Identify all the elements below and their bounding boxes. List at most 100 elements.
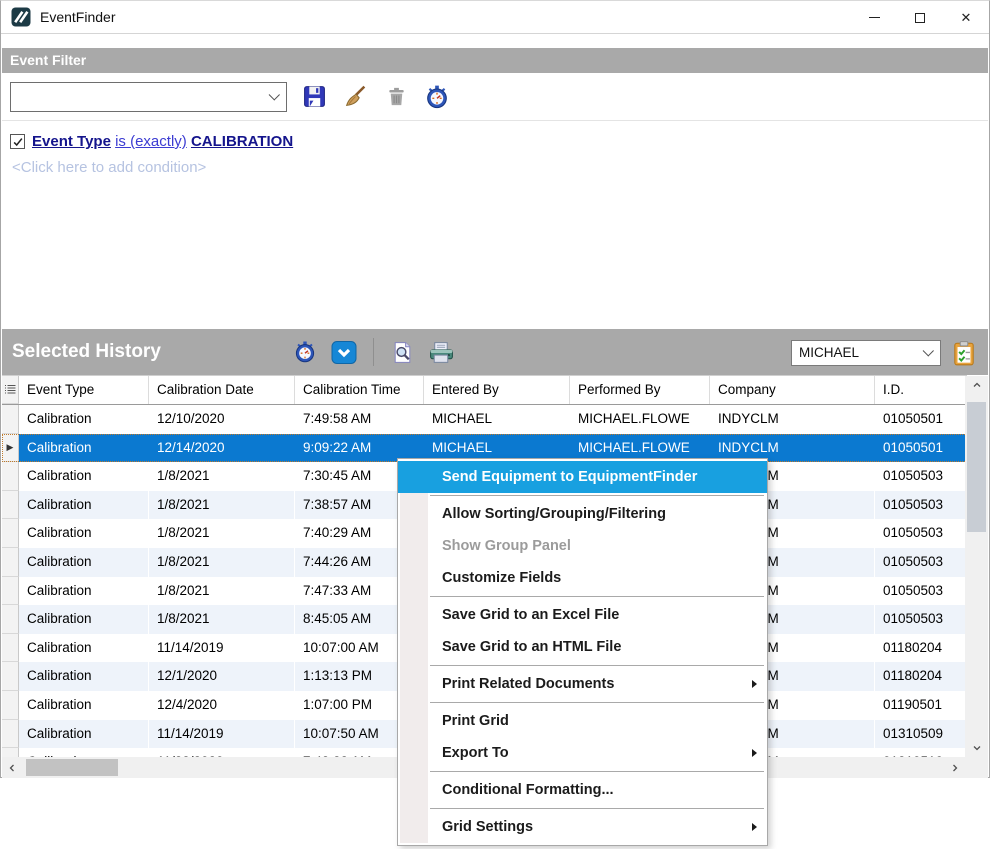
table-cell[interactable]: Calibration (19, 434, 149, 463)
table-cell[interactable]: 01190501 (875, 691, 967, 720)
table-cell[interactable]: Calibration (19, 462, 149, 491)
checkmark-icon (12, 136, 24, 148)
table-cell[interactable]: 01050503 (875, 462, 967, 491)
column-header[interactable]: Performed By (570, 376, 710, 404)
submenu-arrow-icon (752, 823, 757, 831)
table-cell[interactable]: Calibration (19, 605, 149, 634)
checklist-button[interactable] (950, 339, 978, 367)
table-cell[interactable]: 1/8/2021 (149, 491, 295, 520)
menu-item[interactable]: Export To (398, 737, 767, 769)
row-indicator (2, 577, 19, 606)
history-options-button[interactable] (330, 338, 358, 366)
menu-item[interactable]: Save Grid to an HTML File (398, 631, 767, 663)
scroll-down-arrow[interactable] (965, 739, 988, 757)
column-header[interactable]: Calibration Date (149, 376, 295, 404)
menu-item[interactable]: Send Equipment to EquipmentFinder (398, 461, 767, 493)
table-cell[interactable]: Calibration (19, 662, 149, 691)
table-cell[interactable]: Calibration (19, 519, 149, 548)
table-cell[interactable]: Calibration (19, 491, 149, 520)
grid-header-row: Event TypeCalibration DateCalibration Ti… (2, 376, 967, 405)
user-filter-combo[interactable]: MICHAEL (791, 340, 941, 366)
column-header[interactable]: Company (710, 376, 875, 404)
table-row[interactable]: Calibration12/10/20207:49:58 AMMICHAELMI… (2, 405, 967, 434)
table-cell[interactable]: 01050503 (875, 491, 967, 520)
table-cell[interactable]: 01180204 (875, 634, 967, 663)
table-cell[interactable]: Calibration (19, 691, 149, 720)
table-cell[interactable]: 01050503 (875, 548, 967, 577)
table-cell[interactable]: 01050503 (875, 577, 967, 606)
save-filter-button[interactable] (300, 83, 328, 111)
menu-item[interactable]: Grid Settings (398, 811, 767, 843)
trash-icon (385, 85, 408, 108)
table-cell[interactable]: 12/4/2020 (149, 691, 295, 720)
column-header[interactable]: I.D. (875, 376, 967, 404)
table-cell[interactable]: 12/1/2020 (149, 662, 295, 691)
column-header[interactable]: Calibration Time (295, 376, 424, 404)
table-cell[interactable]: 7:49:58 AM (295, 405, 424, 434)
delete-filter-button[interactable] (382, 83, 410, 111)
event-filter-toolbar (2, 73, 988, 121)
table-cell[interactable]: 01050503 (875, 519, 967, 548)
condition-checkbox[interactable] (10, 134, 25, 149)
table-cell[interactable]: 01050501 (875, 405, 967, 434)
table-cell[interactable]: Calibration (19, 405, 149, 434)
chevron-down-icon[interactable] (264, 93, 286, 101)
row-indicator-header (2, 376, 19, 404)
horizontal-scroll-thumb[interactable] (26, 759, 118, 776)
table-cell[interactable]: 01310510 (875, 748, 967, 757)
add-condition-link[interactable]: <Click here to add condition> (12, 159, 988, 176)
condition-value-link[interactable]: CALIBRATION (191, 133, 293, 150)
table-cell[interactable]: 01050501 (875, 434, 967, 463)
table-cell[interactable]: INDYCLM (710, 405, 875, 434)
history-timer-button[interactable] (291, 338, 319, 366)
table-cell[interactable]: 11/23/2020 (149, 748, 295, 757)
column-header[interactable]: Event Type (19, 376, 149, 404)
scroll-right-arrow[interactable] (945, 757, 965, 778)
table-cell[interactable]: 12/10/2020 (149, 405, 295, 434)
table-cell[interactable]: 1/8/2021 (149, 577, 295, 606)
menu-item[interactable]: Print Grid (398, 705, 767, 737)
title-bar: EventFinder ✕ (1, 1, 989, 34)
condition-operator-link[interactable]: is (exactly) (115, 133, 187, 150)
row-indicator (2, 662, 19, 691)
table-cell[interactable]: 12/14/2020 (149, 434, 295, 463)
close-button[interactable]: ✕ (943, 1, 989, 34)
table-cell[interactable]: 1/8/2021 (149, 605, 295, 634)
scroll-left-arrow[interactable] (2, 757, 22, 778)
maximize-button[interactable] (897, 1, 943, 34)
vertical-scrollbar[interactable] (965, 376, 988, 757)
table-cell[interactable]: 11/14/2019 (149, 720, 295, 749)
table-cell[interactable]: MICHAEL.FLOWE (570, 405, 710, 434)
table-cell[interactable]: Calibration (19, 634, 149, 663)
menu-item[interactable]: Conditional Formatting... (398, 774, 767, 806)
table-cell[interactable]: 1/8/2021 (149, 462, 295, 491)
condition-field-link[interactable]: Event Type (32, 133, 111, 150)
filter-preset-combo[interactable] (10, 82, 287, 112)
table-cell[interactable]: Calibration (19, 577, 149, 606)
run-filter-button[interactable] (423, 83, 451, 111)
table-cell[interactable]: 01310509 (875, 720, 967, 749)
minimize-button[interactable] (851, 1, 897, 34)
menu-item[interactable]: Print Related Documents (398, 668, 767, 700)
table-cell[interactable]: Calibration (19, 548, 149, 577)
table-cell[interactable]: 01050503 (875, 605, 967, 634)
menu-item[interactable]: Allow Sorting/Grouping/Filtering (398, 498, 767, 530)
chevron-down-icon[interactable] (918, 349, 940, 357)
menu-item[interactable]: Save Grid to an Excel File (398, 599, 767, 631)
vertical-scroll-thumb[interactable] (967, 402, 986, 532)
toolbar-divider (373, 338, 374, 366)
selected-row-indicator: ▶ (2, 434, 19, 463)
print-preview-button[interactable] (389, 338, 417, 366)
clear-filter-button[interactable] (341, 83, 369, 111)
menu-item[interactable]: Customize Fields (398, 562, 767, 594)
print-button[interactable] (428, 338, 456, 366)
table-cell[interactable]: 1/8/2021 (149, 519, 295, 548)
table-cell[interactable]: Calibration (19, 720, 149, 749)
column-header[interactable]: Entered By (424, 376, 570, 404)
table-cell[interactable]: 11/14/2019 (149, 634, 295, 663)
table-cell[interactable]: 1/8/2021 (149, 548, 295, 577)
table-cell[interactable]: MICHAEL (424, 405, 570, 434)
scroll-up-arrow[interactable] (965, 376, 988, 394)
table-cell[interactable]: Calibration (19, 748, 149, 757)
table-cell[interactable]: 01180204 (875, 662, 967, 691)
